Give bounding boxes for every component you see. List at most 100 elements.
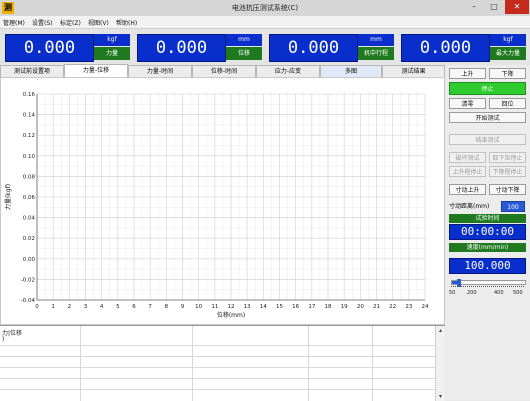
jog-distance-input[interactable]: 100: [501, 201, 525, 212]
tab-force-displacement[interactable]: 力量-位移: [64, 64, 128, 77]
start-test-button[interactable]: 开始测试: [449, 112, 526, 123]
x-tick-label: 11: [211, 304, 218, 310]
x-tick-label: 15: [276, 304, 283, 310]
menu-settings[interactable]: 设置(S): [32, 18, 53, 27]
stop-button[interactable]: 停止: [449, 82, 526, 95]
zero-button[interactable]: 清零: [449, 98, 486, 109]
max-force-unit: kgf: [490, 34, 526, 46]
x-tick-label: 22: [389, 304, 396, 310]
readout-panel: 0.000 kgf 力量 0.000 mm 位移 0.000 mm 机中行程 0…: [0, 29, 530, 65]
y-axis-label: 力量(kgf): [4, 184, 12, 210]
displacement-unit: mm: [226, 34, 262, 46]
view-tabs: 测试前设置项 力量-位移 力量-时间 位移-时间 应力-应变 多图 测试结果: [0, 64, 445, 77]
y-tick-label: 0.16: [23, 92, 36, 98]
x-tick-label: 5: [116, 304, 120, 310]
grid-subheader: ): [2, 336, 5, 343]
speed-scale-max: 500: [513, 290, 523, 296]
down-button[interactable]: 下降: [489, 68, 526, 79]
tab-pre-test-settings[interactable]: 测试前设置项: [0, 65, 64, 77]
x-tick-label: 21: [373, 304, 380, 310]
x-tick-label: 1: [51, 304, 55, 310]
close-button[interactable]: ✕: [505, 0, 529, 14]
stroke-unit: mm: [358, 34, 394, 46]
menu-calibrate[interactable]: 标定(Z): [60, 18, 81, 27]
y-tick-label: 0.00: [23, 257, 36, 263]
grid-scrollbar[interactable]: ▴ ▾: [435, 326, 445, 401]
down-travel-stop-button[interactable]: 下降程停止: [489, 166, 526, 177]
force-label: 力量: [94, 47, 130, 60]
jog-distance-row: 寸动距离(mm) 100: [449, 201, 526, 212]
y-tick-label: 0.04: [23, 216, 36, 222]
speed-label: 速度(mm/min): [449, 243, 526, 252]
x-tick-label: 6: [132, 304, 136, 310]
x-tick-label: 16: [292, 304, 299, 310]
x-tick-label: 18: [325, 304, 332, 310]
title-bar: 测 电池抗压测试系统(C) – □ ✕: [0, 0, 530, 17]
x-tick-label: 17: [308, 304, 315, 310]
grid-header: 力|位移: [2, 330, 23, 337]
maximize-button[interactable]: □: [484, 0, 504, 14]
press-down-stop-button[interactable]: 取下压停止: [489, 152, 526, 163]
max-force-label: 最大力量: [490, 47, 526, 60]
break-test-button[interactable]: 破坏测试: [449, 152, 486, 163]
force-displacement-chart: 0 1 2 3 4 5 6 7 8 9 10 11 12 13 14 15 16 17 18 19 20 21 22 23 24…: [0, 77, 445, 325]
tab-stress-strain[interactable]: 应力-应变: [256, 65, 320, 77]
speed-scale-200: 200: [467, 290, 477, 296]
menu-bar: 管理(M) 设置(S) 标定(Z) 视图(V) 帮助(H): [0, 16, 530, 29]
y-tick-label: 0.08: [23, 174, 36, 180]
x-tick-label: 13: [244, 304, 251, 310]
stroke-value: 0.000: [269, 34, 358, 62]
speed-value[interactable]: 100.000: [449, 258, 526, 274]
y-tick-label: -0.02: [21, 277, 35, 283]
up-travel-stop-button[interactable]: 上升程停止: [449, 166, 486, 177]
x-tick-label: 20: [357, 304, 364, 310]
displacement-value: 0.000: [137, 34, 226, 62]
x-axis-label: 位移(mm): [217, 311, 245, 319]
stroke-readout: 0.000 mm 机中行程: [266, 32, 396, 62]
y-tick-label: 0.12: [23, 133, 35, 139]
jog-down-button[interactable]: 寸动下降: [489, 184, 526, 195]
test-time-label: 试验时间: [449, 214, 526, 223]
x-tick-label: 3: [84, 304, 88, 310]
chart-canvas: 0 1 2 3 4 5 6 7 8 9 10 11 12 13 14 15 16 17 18 19 20 21 22 23 24…: [4, 92, 429, 319]
x-tick-label: 24: [422, 304, 429, 310]
menu-manage[interactable]: 管理(M): [3, 18, 25, 27]
displacement-label: 位移: [226, 47, 262, 60]
window-title: 电池抗压测试系统(C): [231, 4, 299, 12]
x-tick-label: 14: [260, 304, 267, 310]
x-tick-label: 7: [148, 304, 152, 310]
max-force-readout: 0.000 kgf 最大力量: [398, 32, 528, 62]
y-tick-label: 0.10: [23, 154, 36, 160]
x-tick-label: 2: [68, 304, 72, 310]
x-tick-label: 23: [405, 304, 412, 310]
tab-force-time[interactable]: 力量-时间: [128, 65, 192, 77]
results-grid: 力|位移 ) ▴ ▾: [0, 325, 445, 401]
test-time-value: 00:00:00: [449, 224, 526, 240]
menu-help[interactable]: 帮助(H): [116, 18, 137, 27]
tab-displacement-time[interactable]: 位移-时间: [192, 65, 256, 77]
max-force-value: 0.000: [401, 34, 490, 62]
y-tick-label: -0.04: [21, 298, 36, 304]
speed-scale-min: 50: [449, 290, 456, 296]
tab-multi-chart[interactable]: 多图: [320, 65, 382, 77]
minimize-button[interactable]: –: [464, 0, 484, 14]
x-tick-label: 10: [195, 304, 202, 310]
scroll-up-icon[interactable]: ▴: [436, 326, 445, 335]
x-tick-label: 8: [165, 304, 169, 310]
reset-button[interactable]: 回位: [489, 98, 526, 109]
speed-slider[interactable]: 50 200 400 500: [449, 277, 526, 299]
end-test-button[interactable]: 结束测试: [449, 134, 526, 145]
tab-test-results[interactable]: 测试结果: [382, 65, 445, 77]
speed-scale-400: 400: [494, 290, 504, 296]
x-tick-label: 19: [341, 304, 348, 310]
up-button[interactable]: 上升: [449, 68, 486, 79]
menu-view[interactable]: 视图(V): [88, 18, 109, 27]
displacement-readout: 0.000 mm 位移: [134, 32, 264, 62]
speed-slider-track[interactable]: [451, 279, 526, 287]
jog-up-button[interactable]: 寸动上升: [449, 184, 486, 195]
force-unit: kgf: [94, 34, 130, 46]
y-tick-label: 0.06: [23, 195, 36, 201]
y-tick-label: 0.14: [23, 113, 36, 119]
x-tick-label: 0: [35, 304, 39, 310]
y-tick-label: 0.02: [23, 236, 35, 242]
